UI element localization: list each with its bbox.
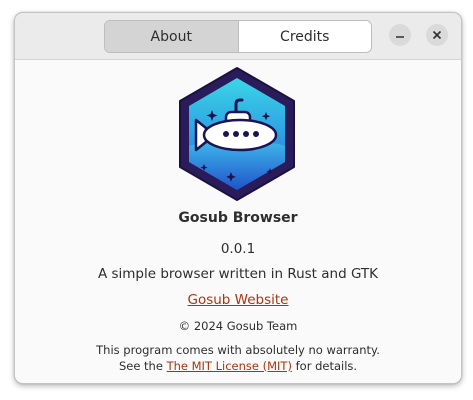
website-link[interactable]: Gosub Website (188, 292, 289, 308)
app-name: Gosub Browser (178, 210, 298, 226)
app-version: 0.0.1 (220, 241, 256, 257)
license-text-line1: This program comes with absolutely no wa… (96, 343, 380, 357)
close-button[interactable] (426, 24, 448, 46)
desktop: About Credits Gosub Browser 0.0.1 A simp… (0, 0, 473, 400)
license-text-line2: See the The MIT License (MIT) for detail… (15, 359, 461, 373)
tab-about[interactable]: About (105, 21, 239, 52)
close-icon (432, 30, 442, 40)
website-row: Gosub Website (15, 292, 461, 308)
submarine-logo-icon (179, 67, 295, 201)
license-suffix: for details. (295, 359, 358, 373)
minimize-icon (396, 36, 404, 38)
tab-credits[interactable]: Credits (238, 21, 371, 52)
minimize-button[interactable] (389, 24, 411, 46)
app-comments: A simple browser written in Rust and GTK (97, 266, 379, 282)
license-prefix: See the (118, 359, 163, 373)
view-switcher: About Credits (104, 20, 372, 53)
about-dialog: About Credits Gosub Browser 0.0.1 A simp… (14, 12, 462, 384)
title-bar: About Credits (15, 13, 461, 60)
copyright-text: © 2024 Gosub Team (178, 319, 298, 333)
license-link[interactable]: The MIT License (MIT) (167, 359, 292, 373)
about-content: Gosub Browser 0.0.1 A simple browser wri… (15, 60, 461, 383)
